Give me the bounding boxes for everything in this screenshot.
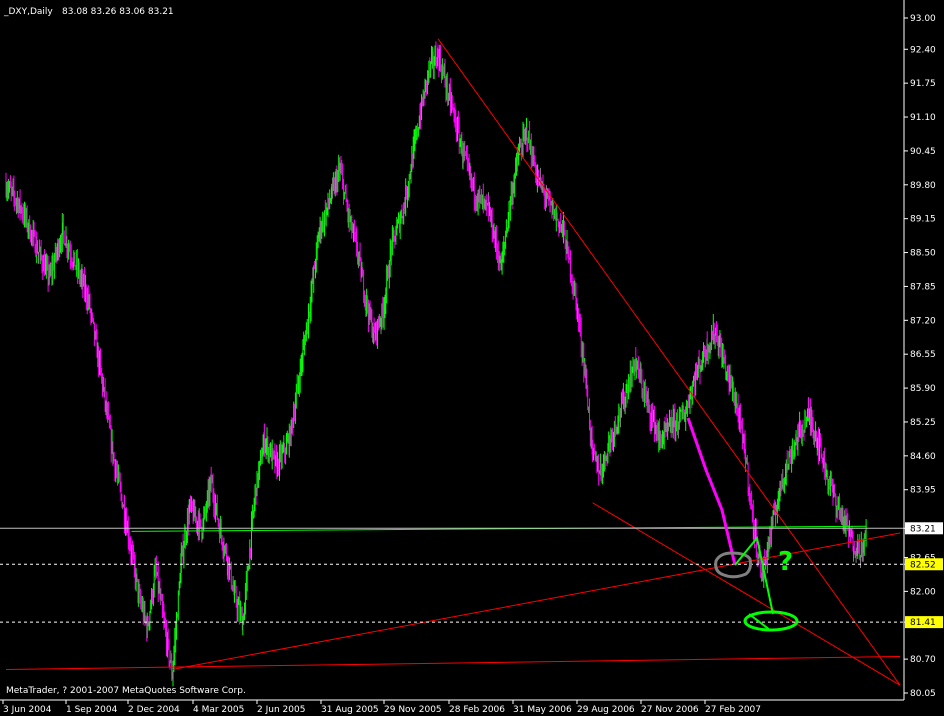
time-tick-label: 28 Feb 2006 [449,705,505,715]
price-tick-label: 91.10 [910,113,936,123]
price-tick-label: 80.05 [910,689,936,699]
price-tick-label: 93.00 [910,14,936,24]
time-tick-label: 2 Dec 2004 [128,705,180,715]
magenta-projection-line [686,417,737,566]
trendline-3 [592,502,901,686]
price-tick-label: 87.85 [910,282,936,292]
price-tick-label: 89.15 [910,215,936,225]
time-tick-label: 29 Aug 2006 [577,705,635,715]
candle-layer [5,41,867,687]
price-axis: 93.00 92.40 91.75 91.10 90.45 89.80 89.15 88.50… [904,14,943,699]
price-tick-label: 90.45 [910,147,936,157]
price-tick-label: 86.55 [910,350,936,360]
time-tick-label: 1 Sep 2004 [66,705,118,715]
time-tick-label: 3 Jun 2004 [3,705,52,715]
price-tick-label: 81.41 [910,618,936,628]
drawing-layer [686,417,799,632]
trading-chart[interactable]: 93.00 92.40 91.75 91.10 90.45 89.80 89.15 88.50… [0,0,944,716]
copyright-text: MetaTrader, ? 2001-2007 MetaQuotes Softw… [6,686,246,696]
time-tick-label: 4 Mar 2005 [193,705,244,715]
green-circle-marker [743,610,799,632]
price-tick-label: 87.20 [910,316,936,326]
price-tick-label: 84.60 [910,452,936,462]
time-tick-label: 31 May 2006 [513,705,572,715]
price-tick-label: 83.95 [910,486,936,496]
time-tick-label: 27 Feb 2007 [705,705,761,715]
price-tick-label: 82.52 [910,560,936,570]
time-tick-label: 31 Aug 2005 [321,705,379,715]
price-tick-label: 85.90 [910,384,936,394]
time-tick-label: 29 Nov 2005 [384,705,442,715]
chart-canvas[interactable]: 93.00 92.40 91.75 91.10 90.45 89.80 89.15 88.50… [0,0,944,716]
time-tick-label: 27 Nov 2006 [641,705,699,715]
price-tick-label: 92.40 [910,45,936,55]
price-tick-label: 83.21 [910,524,936,534]
price-tick-label: 88.50 [910,249,936,259]
price-tick-label: 91.75 [910,79,936,89]
price-tick-label: 82.00 [910,587,936,597]
question-mark-annotation: ? [778,547,793,577]
trendline-1 [437,38,901,686]
trendline-4 [5,656,901,671]
time-tick-label: 2 Jun 2005 [257,705,305,715]
chart-symbol: _DXY,Daily [3,7,53,17]
chart-ohlc: 83.08 83.26 83.06 83.21 [62,7,174,17]
price-tick-label: 89.80 [910,181,936,191]
price-tick-label: 85.25 [910,418,936,428]
time-axis: 3 Jun 2004 1 Sep 2004 2 Dec 2004 4 Mar 2005… [2,700,761,715]
price-tick-label: 80.70 [910,655,936,665]
